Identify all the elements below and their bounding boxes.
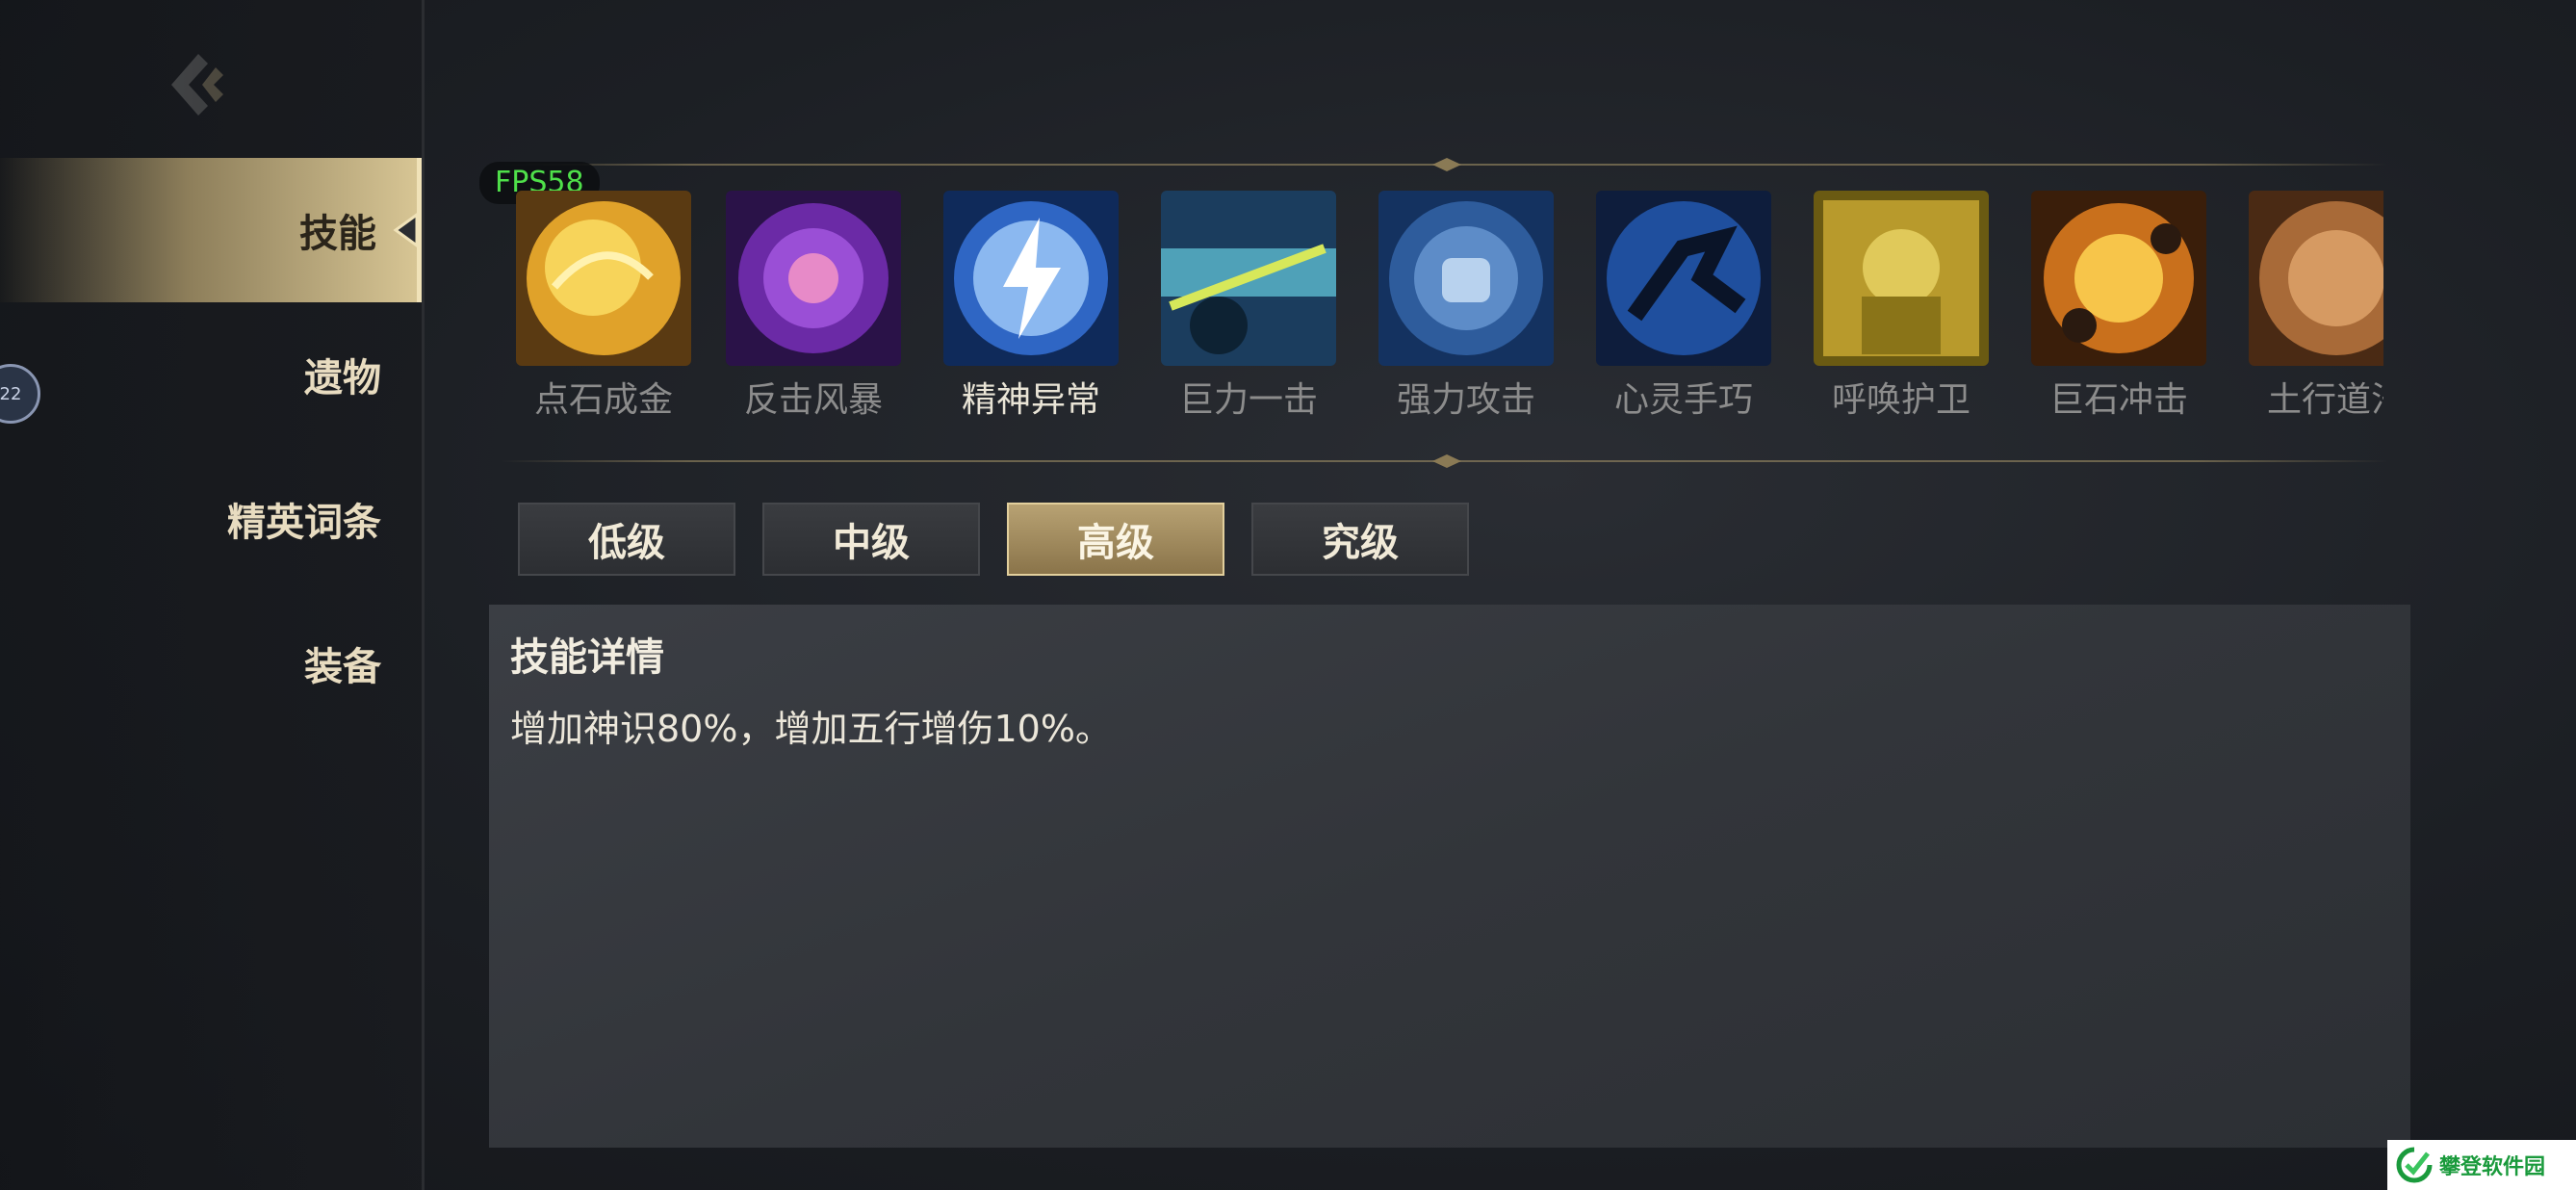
details-title: 技能详情 [510, 635, 664, 680]
skill-name: 强力攻击 [1396, 380, 1535, 420]
guardian-icon [1814, 191, 1989, 366]
skill-item[interactable]: 反击风暴 [722, 189, 905, 429]
tier-tab-mid[interactable]: 中级 [762, 503, 980, 576]
nav-item-label: 精英词条 [227, 501, 381, 545]
skill-name: 精神异常 [961, 380, 1100, 420]
tier-label: 究级 [1322, 521, 1399, 565]
nav-item-skills[interactable]: 技能 [0, 158, 422, 302]
details-description: 增加神识80%，增加五行增伤10%。 [510, 708, 1112, 750]
divider-ornament-icon [1432, 454, 1461, 468]
side-nav: 技能 遗物 精英词条 装备 [0, 0, 425, 1190]
fist-orb-icon [1378, 191, 1554, 366]
skill-details-panel: 技能详情 增加神识80%，增加五行增伤10%。 [489, 605, 2410, 1148]
skill-item[interactable]: 点石成金 [512, 189, 695, 429]
power-strike-icon [1161, 191, 1336, 366]
nav-item-relics[interactable]: 遗物 [0, 302, 422, 447]
tier-label: 低级 [588, 521, 665, 565]
watermark-logo-icon [2396, 1147, 2433, 1183]
skill-name: 反击风暴 [743, 380, 883, 420]
tier-label: 高级 [1077, 521, 1154, 565]
tier-tab-high[interactable]: 高级 [1007, 503, 1224, 576]
skill-item[interactable]: 呼唤护卫 [1810, 189, 1993, 429]
purple-vortex-icon [726, 191, 901, 366]
lightning-orb-icon [943, 191, 1119, 366]
watermark: 攀登软件园 [2387, 1140, 2576, 1190]
skill-list: 点石成金 反击风暴 精神异常 巨力一击 强力攻击 心灵手巧 呼唤护卫 巨石冲击 … [512, 189, 2383, 429]
skill-name: 巨力一击 [1178, 380, 1318, 420]
skill-item[interactable]: 心灵手巧 [1592, 189, 1775, 429]
skill-item[interactable]: 精神异常 [940, 189, 1122, 429]
skill-item[interactable]: 土行道法 [2245, 189, 2383, 429]
skill-item[interactable]: 巨石冲击 [2027, 189, 2210, 429]
nav-item-label: 技能 [299, 212, 376, 256]
nav-item-label: 遗物 [304, 356, 381, 401]
skill-item[interactable]: 强力攻击 [1375, 189, 1558, 429]
skill-name: 心灵手巧 [1613, 380, 1753, 420]
nav-item-equipment[interactable]: 装备 [0, 591, 422, 736]
skill-name: 点石成金 [533, 380, 673, 420]
boulder-blast-icon [2031, 191, 2206, 366]
tier-tab-ultimate[interactable]: 究级 [1251, 503, 1469, 576]
skill-name: 呼唤护卫 [1831, 380, 1971, 420]
skill-item[interactable]: 巨力一击 [1157, 189, 1340, 429]
tier-tab-low[interactable]: 低级 [518, 503, 735, 576]
earth-orb-icon [2249, 191, 2383, 366]
skill-name: 巨石冲击 [2048, 380, 2188, 420]
nav-item-label: 装备 [304, 645, 381, 689]
watermark-text: 攀登软件园 [2439, 1155, 2546, 1179]
badge-label: 22 [0, 383, 22, 404]
dash-orb-icon [1596, 191, 1771, 366]
golden-orb-icon [516, 191, 691, 366]
tier-label: 中级 [833, 521, 910, 565]
divider-ornament-icon [1432, 158, 1461, 171]
skill-name: 土行道法 [2266, 380, 2383, 420]
nav-item-elite-traits[interactable]: 精英词条 [0, 447, 422, 591]
selected-indicator-icon [393, 212, 419, 248]
